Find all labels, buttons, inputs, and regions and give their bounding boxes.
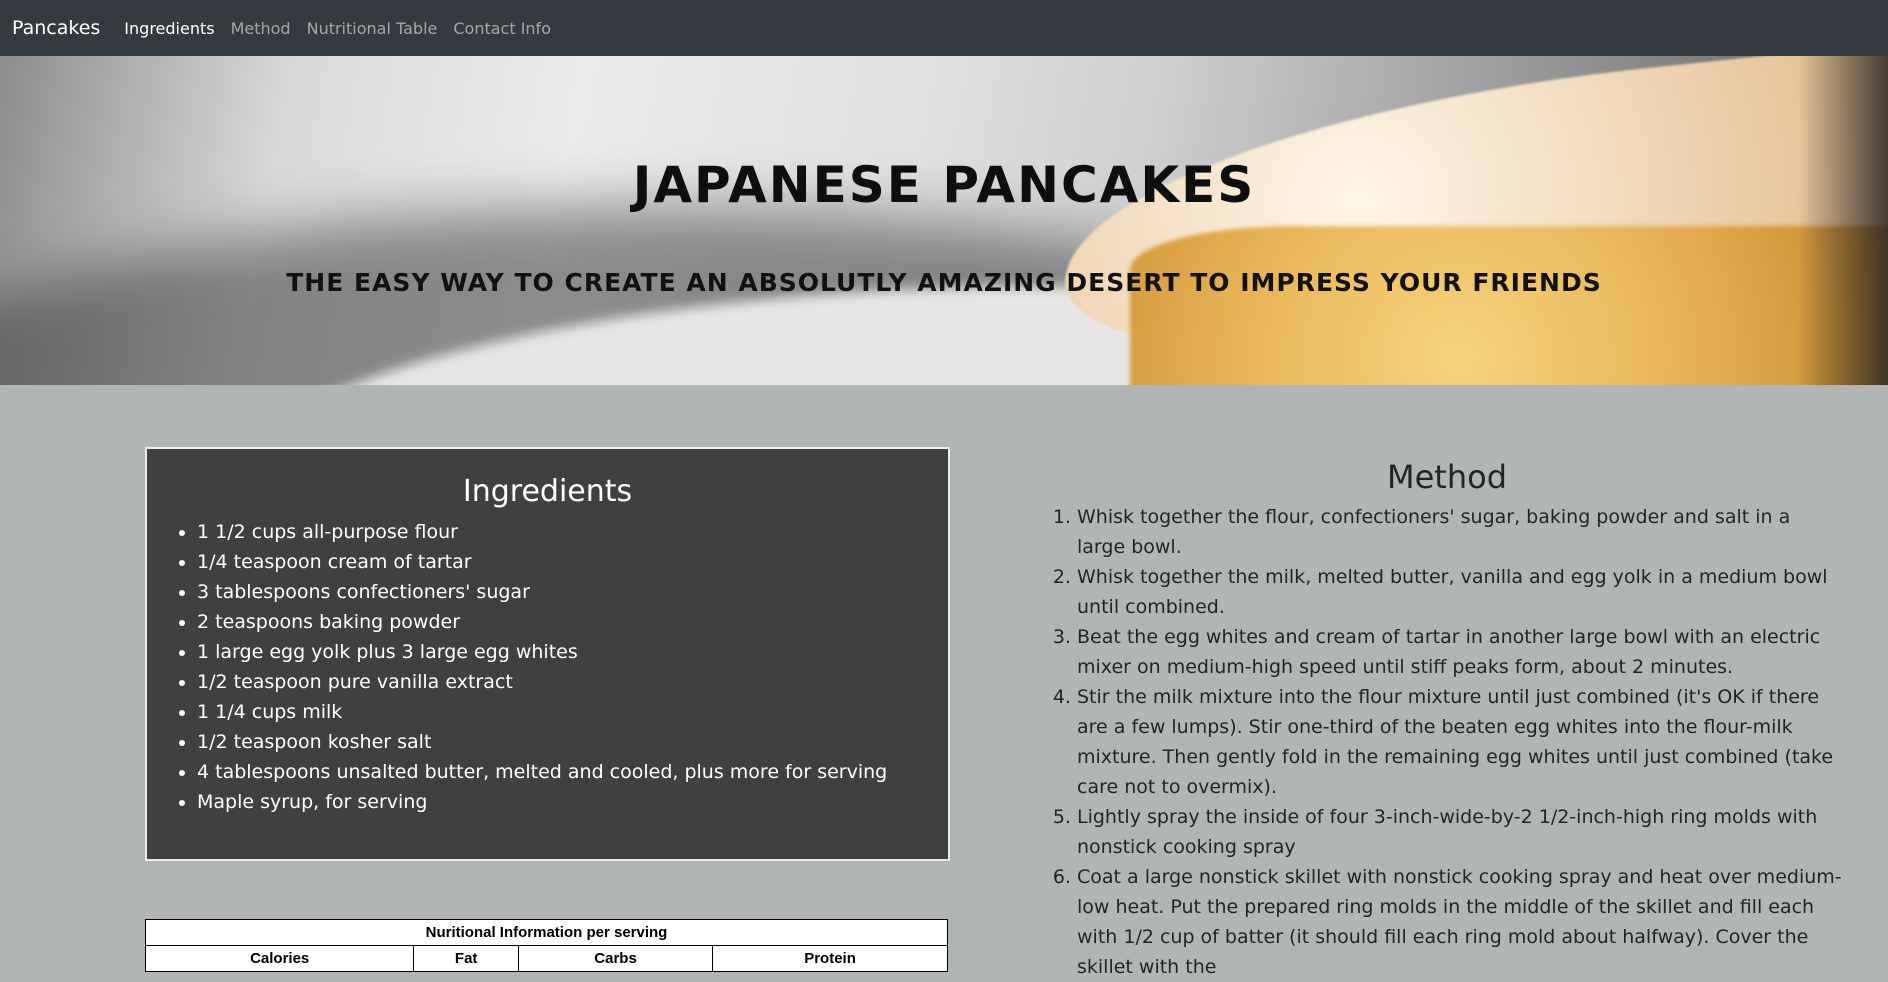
method-step: Whisk together the flour, confectioners'…: [1077, 502, 1842, 562]
method-steps-list: Whisk together the flour, confectioners'…: [1052, 502, 1842, 982]
ingredient-item: 3 tablespoons confectioners' sugar: [197, 577, 948, 607]
ingredient-item: 1/4 teaspoon cream of tartar: [197, 547, 948, 577]
ingredient-item: 1/2 teaspoon pure vanilla extract: [197, 667, 948, 697]
ingredient-item: 1 1/2 cups all-purpose flour: [197, 517, 948, 547]
method-step: Lightly spray the inside of four 3-inch-…: [1077, 802, 1842, 862]
ingredient-item: 1/2 teaspoon kosher salt: [197, 727, 948, 757]
ingredient-item: 1 1/4 cups milk: [197, 697, 948, 727]
nutrition-table-caption: Nuritional Information per serving: [145, 919, 948, 946]
ingredient-item: Maple syrup, for serving: [197, 787, 948, 817]
method-step: Whisk together the milk, melted butter, …: [1077, 562, 1842, 622]
hero-dark-edge: [1798, 56, 1888, 385]
ingredient-item: 2 teaspoons baking powder: [197, 607, 948, 637]
nav-link-ingredients[interactable]: Ingredients: [124, 19, 214, 38]
hero-banner: Japanese Pancakes The easy way to create…: [0, 56, 1888, 385]
ingredient-item: 4 tablespoons unsalted butter, melted an…: [197, 757, 948, 787]
ingredient-item: 1 large egg yolk plus 3 large egg whites: [197, 637, 948, 667]
nutrition-header-fat: Fat: [413, 945, 520, 972]
method-step: Coat a large nonstick skillet with nonst…: [1077, 862, 1842, 982]
ingredients-card: Ingredients 1 1/2 cups all-purpose flour…: [145, 447, 950, 861]
hero-cake-crumb: [1130, 226, 1888, 385]
nutrition-header-carbs: Carbs: [518, 945, 714, 972]
method-section: Method Whisk together the flour, confect…: [1052, 458, 1842, 982]
ingredients-title: Ingredients: [462, 474, 633, 509]
nav-links: Ingredients Method Nutritional Table Con…: [124, 19, 551, 38]
method-title: Method: [1386, 458, 1507, 496]
nutrition-header-calories: Calories: [144, 945, 415, 972]
hero-subtitle: The easy way to create an absolutly amaz…: [286, 268, 1602, 297]
hero-title: Japanese Pancakes: [632, 156, 1256, 214]
nav-link-contact-info[interactable]: Contact Info: [453, 19, 551, 38]
nav-link-method[interactable]: Method: [231, 19, 291, 38]
method-step: Beat the egg whites and cream of tartar …: [1077, 622, 1842, 682]
nav-link-nutritional-table[interactable]: Nutritional Table: [307, 19, 438, 38]
nutrition-table: Nuritional Information per serving Calor…: [144, 919, 948, 972]
top-navbar: Pancakes Ingredients Method Nutritional …: [0, 0, 1888, 56]
method-step: Stir the milk mixture into the flour mix…: [1077, 682, 1842, 802]
ingredients-list: 1 1/2 cups all-purpose flour 1/4 teaspoo…: [147, 517, 948, 817]
brand-link[interactable]: Pancakes: [12, 17, 100, 39]
nutrition-header-protein: Protein: [712, 945, 948, 972]
